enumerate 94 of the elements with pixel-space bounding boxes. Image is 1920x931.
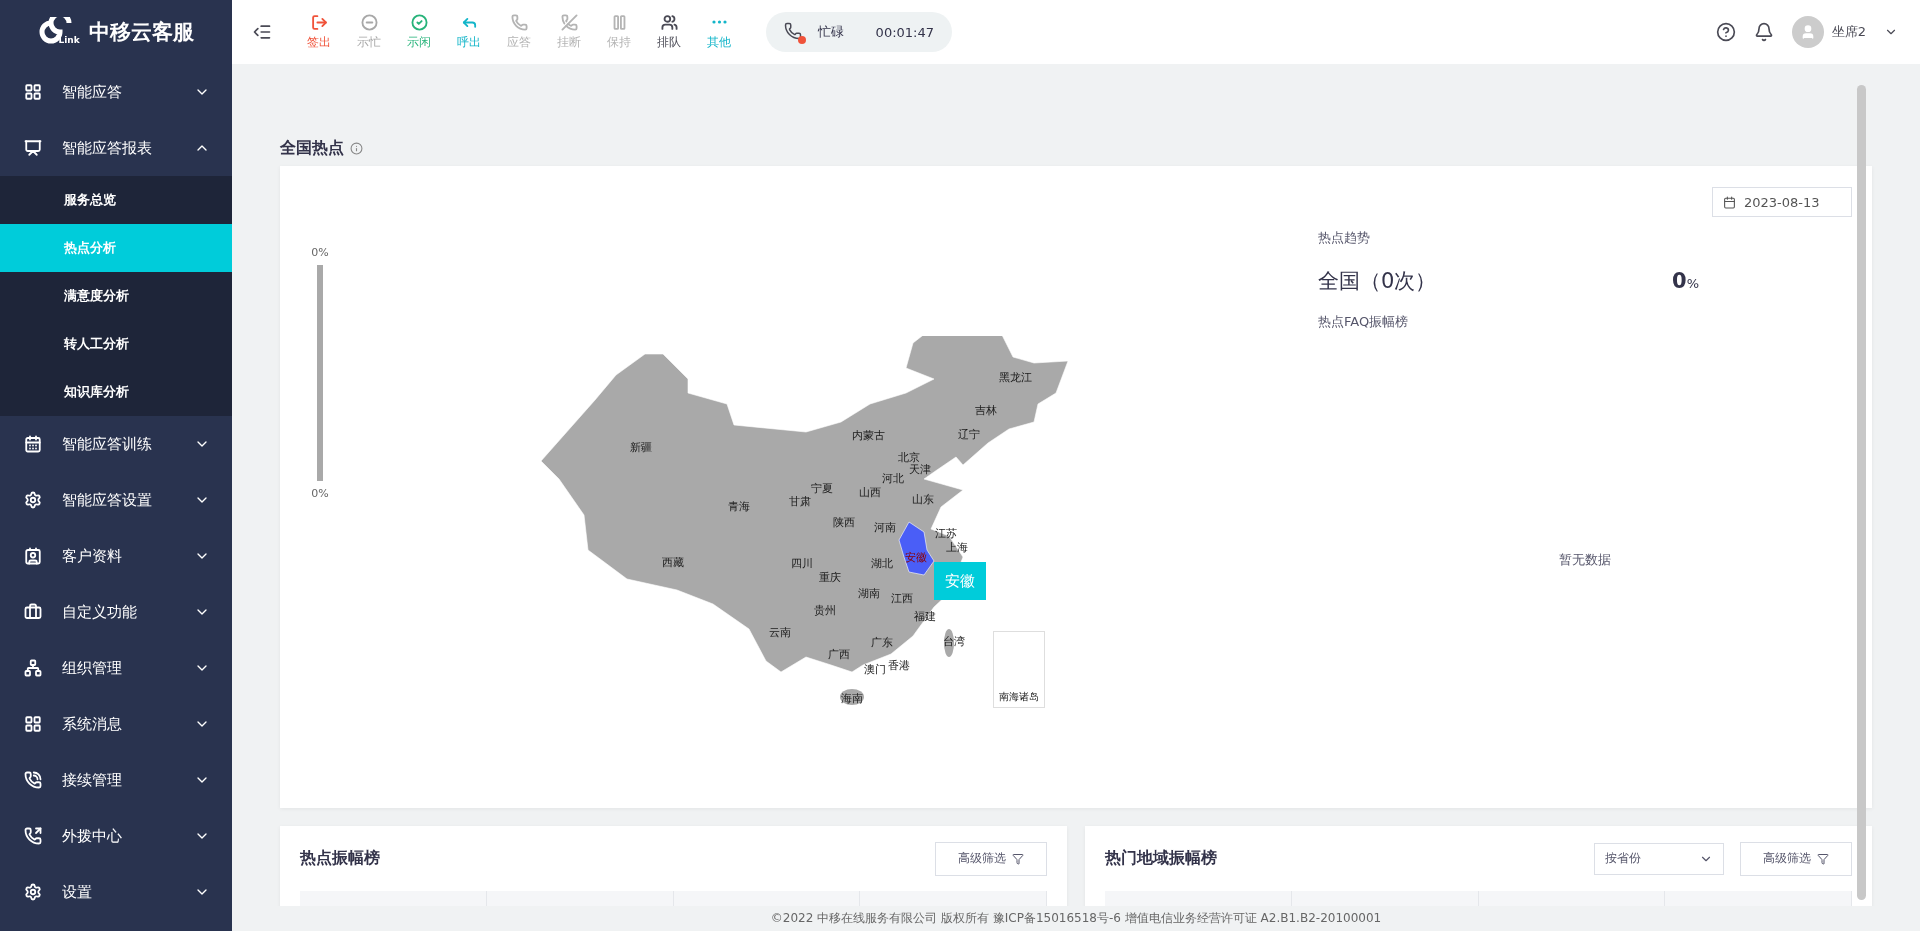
card-title: 热门地域振幅榜 [1105, 848, 1218, 869]
sidebar-item[interactable]: 智能应答设置 [0, 472, 232, 528]
footer-text: ©2022 中移在线服务有限公司 版权所有 豫ICP备15016518号-6 增值电信业务经营许可证 A2.B1.B2-20100001 [769, 910, 1383, 927]
toolbar-button[interactable]: 签出 [296, 13, 342, 51]
sidebar-item[interactable]: 智能应答训练 [0, 416, 232, 472]
province-label: 湖北 [871, 555, 893, 571]
china-map-drawing[interactable] [540, 336, 1069, 705]
sidebar-item[interactable]: 智能应答 [0, 64, 232, 120]
trend-title: 热点趋势 [1318, 229, 1371, 247]
notification-icon[interactable] [1753, 22, 1774, 42]
province-label: 新疆 [630, 439, 652, 455]
total-count: 全国（0次） [1318, 268, 1438, 295]
phone-icon [784, 22, 804, 42]
filter-button[interactable]: 高级筛选 [935, 841, 1047, 876]
sidebar-item[interactable]: 外拨中心 [0, 808, 232, 864]
calendar-icon [24, 435, 42, 453]
province-label: 西藏 [662, 554, 684, 570]
collapse-menu-icon[interactable] [252, 22, 272, 42]
status-label: 忙碌 [818, 23, 844, 41]
sidebar-item[interactable]: 接续管理 [0, 752, 232, 808]
province-label: 陕西 [833, 514, 855, 530]
province-label: 江西 [891, 590, 913, 606]
province-label: 云南 [769, 624, 791, 640]
sidebar-subitem[interactable]: 满意度分析 [0, 272, 232, 320]
province-label: 辽宁 [958, 426, 980, 442]
province-label: 河北 [882, 470, 904, 486]
toolbar-button[interactable]: 排队 [646, 13, 692, 51]
filter-button[interactable]: 高级筛选 [1740, 841, 1852, 876]
province-label: 广西 [828, 646, 850, 662]
province-label: 四川 [791, 555, 813, 571]
hierarchy-icon [24, 659, 42, 677]
province-label: 黑龙江 [998, 369, 1032, 385]
sidebar-item[interactable]: 智能应答报表 [0, 120, 232, 176]
call-timer: 00:01:47 [875, 24, 934, 40]
province-label: 宁夏 [811, 480, 833, 496]
page-title: 全国热点 [280, 137, 344, 159]
sidebar-item[interactable]: 客户资料 [0, 528, 232, 584]
gear-icon [24, 491, 42, 509]
province-label: 北京 [898, 449, 920, 464]
empty-message: 暂无数据 [1559, 551, 1611, 569]
legend-min: 0% [311, 487, 329, 500]
legend-max: 0% [311, 246, 329, 259]
phone-call-icon [24, 771, 42, 789]
settings-icon [24, 883, 42, 901]
contact-card-icon [24, 547, 42, 565]
province-label: 广东 [871, 634, 893, 650]
province-label: 海南 [841, 690, 863, 706]
card-title: 热点振幅榜 [300, 848, 381, 869]
sidebar-item[interactable]: 自定义功能 [0, 584, 232, 640]
sidebar-item[interactable]: 组织管理 [0, 640, 232, 696]
percent-value: 0 [1672, 269, 1687, 293]
province-label: 澳门 [864, 661, 886, 677]
province-region[interactable] [898, 521, 935, 576]
sidebar-subitem[interactable]: 转人工分析 [0, 320, 232, 368]
phone-outgoing-icon [24, 827, 42, 845]
province-label: 湖南 [858, 585, 880, 601]
province-label: 吉林 [975, 402, 997, 418]
province-label: 山东 [912, 491, 934, 507]
grid-icon [24, 715, 42, 733]
province-label: 甘肃 [789, 494, 811, 509]
filter-icon [1012, 852, 1024, 865]
province-label: 青海 [728, 498, 750, 514]
sidebar-subitem[interactable]: 知识库分析 [0, 368, 232, 416]
sidebar-item[interactable]: 系统消息 [0, 696, 232, 752]
province-label: 河南 [874, 519, 896, 535]
date-field[interactable]: 2023-08-13 [1712, 187, 1852, 217]
province-label: 福建 [914, 608, 936, 624]
sidebar-subitem[interactable]: 服务总览 [0, 176, 232, 224]
info-icon[interactable] [350, 141, 363, 155]
province-label: 上海 [946, 539, 968, 555]
briefcase-icon [24, 603, 42, 621]
help-icon[interactable] [1715, 22, 1736, 42]
calendar-icon [1723, 195, 1736, 209]
inset-label: 南海诸岛 [999, 690, 1039, 704]
percent-unit: % [1686, 276, 1699, 291]
scrollbar[interactable] [1857, 85, 1866, 900]
province-label: 江苏 [935, 525, 957, 541]
province-label: 台湾 [943, 633, 965, 649]
province-label: 山西 [859, 484, 881, 500]
filter-icon [1817, 852, 1829, 865]
faq-title: 热点FAQ振幅榜 [1318, 313, 1410, 331]
chart-monitor-icon [24, 139, 42, 157]
province-label: 安徽 [905, 549, 927, 565]
province-select[interactable]: 按省份 [1594, 842, 1724, 875]
map-tooltip: 安徽 [934, 562, 986, 600]
province-label: 贵州 [814, 602, 836, 618]
province-label: 内蒙古 [851, 427, 885, 443]
province-label: 香港 [888, 657, 910, 673]
logo-text: 中移云客服 [88, 19, 194, 46]
province-label: 天津 [909, 462, 931, 477]
grid-icon [24, 83, 42, 101]
sidebar-item[interactable]: 设置 [0, 864, 232, 920]
province-label: 重庆 [819, 569, 841, 585]
user-name[interactable]: 坐席2 [1831, 23, 1866, 41]
